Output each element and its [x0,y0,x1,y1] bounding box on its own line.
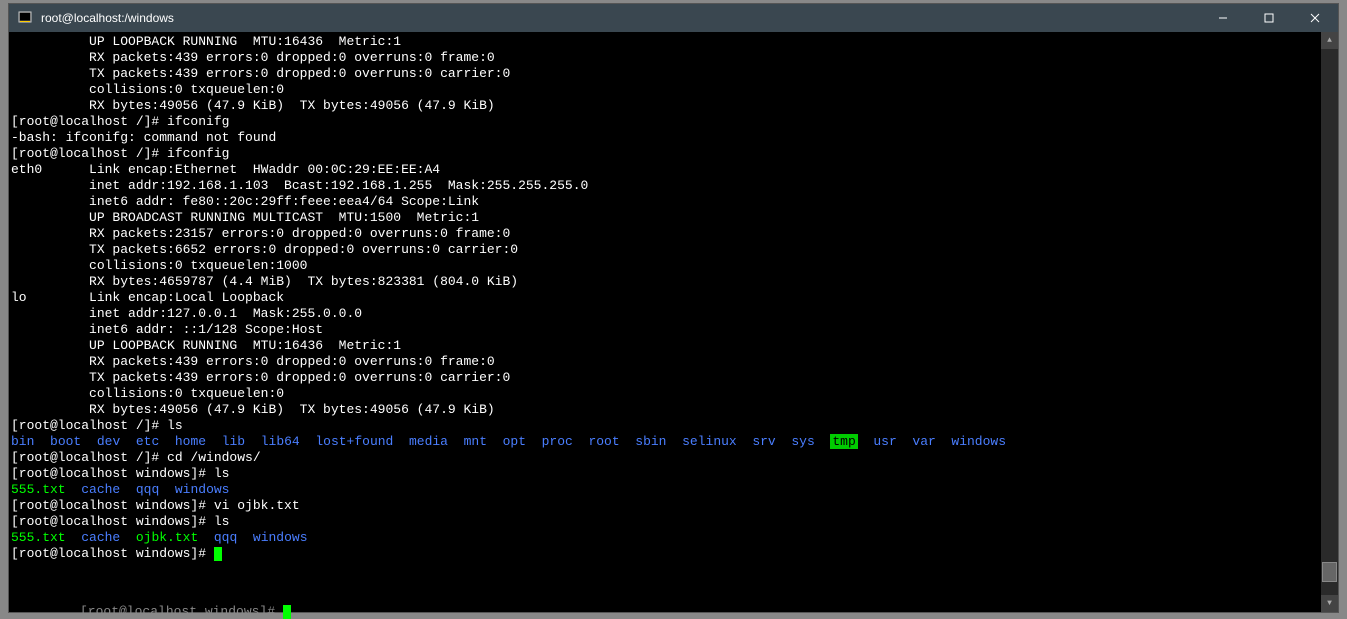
ls-item: ojbk.txt [136,530,198,545]
terminal-line: inet6 addr: fe80::20c:29ff:feee:eea4/64 … [11,194,1319,210]
ls-item: cache [81,530,120,545]
titlebar[interactable]: root@localhost:/windows [9,4,1338,32]
scroll-down-button[interactable]: ▼ [1321,595,1338,612]
close-button[interactable] [1292,4,1338,32]
scrollbar[interactable]: ▲ ▼ [1321,32,1338,612]
terminal-line: TX packets:439 errors:0 dropped:0 overru… [11,370,1319,386]
ls-item: lib64 [261,434,300,449]
ls-item: lib [222,434,245,449]
window-title: root@localhost:/windows [41,11,174,25]
ls-item: srv [752,434,775,449]
terminal-line: RX bytes:49056 (47.9 KiB) TX bytes:49056… [11,402,1319,418]
ls-item: bin [11,434,34,449]
terminal-line: [root@localhost /]# ls [11,418,1319,434]
title-left: root@localhost:/windows [17,10,174,26]
terminal-line: inet addr:127.0.0.1 Mask:255.0.0.0 [11,306,1319,322]
ls-item: home [175,434,206,449]
ls-item: var [912,434,935,449]
ls-item: qqq [136,482,159,497]
terminal-line: [root@localhost /]# cd /windows/ [11,450,1319,466]
terminal-line: [root@localhost windows]# ls [11,466,1319,482]
terminal-line: RX bytes:49056 (47.9 KiB) TX bytes:49056… [11,98,1319,114]
terminal-line: RX bytes:4659787 (4.4 MiB) TX bytes:8233… [11,274,1319,290]
maximize-button[interactable] [1246,4,1292,32]
terminal-line: [root@localhost windows]# ls [11,514,1319,530]
terminal-line: collisions:0 txqueuelen:0 [11,82,1319,98]
terminal-line: TX packets:439 errors:0 dropped:0 overru… [11,66,1319,82]
ls-item: etc [136,434,159,449]
ls-item: qqq [214,530,237,545]
prompt-line: [root@localhost windows]# [11,546,1319,562]
terminal-line: RX packets:439 errors:0 dropped:0 overru… [11,354,1319,370]
terminal-line: collisions:0 txqueuelen:1000 [11,258,1319,274]
ls-output: 555.txt cache ojbk.txt qqq windows [11,530,1319,546]
ls-item: mnt [464,434,487,449]
terminal-line: UP LOOPBACK RUNNING MTU:16436 Metric:1 [11,338,1319,354]
terminal-line: lo Link encap:Local Loopback [11,290,1319,306]
ls-item: sbin [635,434,666,449]
ls-item: media [409,434,448,449]
terminal-line: [root@localhost /]# ifconfig [11,146,1319,162]
ls-output: 555.txt cache qqq windows [11,482,1319,498]
terminal-line: -bash: ifconifg: command not found [11,130,1319,146]
terminal-line: RX packets:23157 errors:0 dropped:0 over… [11,226,1319,242]
terminal-line: UP BROADCAST RUNNING MULTICAST MTU:1500 … [11,210,1319,226]
minimize-button[interactable] [1200,4,1246,32]
terminal-line: inet addr:192.168.1.103 Bcast:192.168.1.… [11,178,1319,194]
terminal-line: collisions:0 txqueuelen:0 [11,386,1319,402]
ls-item: windows [253,530,308,545]
ls-item: selinux [682,434,737,449]
terminal-line: eth0 Link encap:Ethernet HWaddr 00:0C:29… [11,162,1319,178]
ls-item: sys [791,434,814,449]
terminal-area: UP LOOPBACK RUNNING MTU:16436 Metric:1 R… [9,32,1338,612]
putty-icon [17,10,33,26]
terminal-line: RX packets:439 errors:0 dropped:0 overru… [11,50,1319,66]
ls-item-tmp: tmp [830,434,857,449]
ls-item: boot [50,434,81,449]
cursor [214,547,222,561]
ls-item: cache [81,482,120,497]
ls-item: dev [97,434,120,449]
ls-item: 555.txt [11,530,66,545]
scroll-thumb[interactable] [1322,562,1337,582]
ls-item: opt [503,434,526,449]
terminal-line: TX packets:6652 errors:0 dropped:0 overr… [11,242,1319,258]
ls-item: root [588,434,619,449]
terminal-line: inet6 addr: ::1/128 Scope:Host [11,322,1319,338]
window-controls [1200,4,1338,32]
terminal-window: root@localhost:/windows UP LOOPBACK RUNN… [8,3,1339,613]
ls-item: lost+found [315,434,393,449]
ls-output: bin boot dev etc home lib lib64 lost+fou… [11,434,1319,450]
ls-item: usr [873,434,896,449]
scroll-up-button[interactable]: ▲ [1321,32,1338,49]
terminal-output[interactable]: UP LOOPBACK RUNNING MTU:16436 Metric:1 R… [9,32,1321,612]
ls-item: windows [951,434,1006,449]
ls-item: 555.txt [11,482,66,497]
ls-item: windows [175,482,230,497]
terminal-line: [root@localhost windows]# vi ojbk.txt [11,498,1319,514]
ls-item: proc [542,434,573,449]
terminal-line: UP LOOPBACK RUNNING MTU:16436 Metric:1 [11,34,1319,50]
terminal-line: [root@localhost /]# ifconifg [11,114,1319,130]
